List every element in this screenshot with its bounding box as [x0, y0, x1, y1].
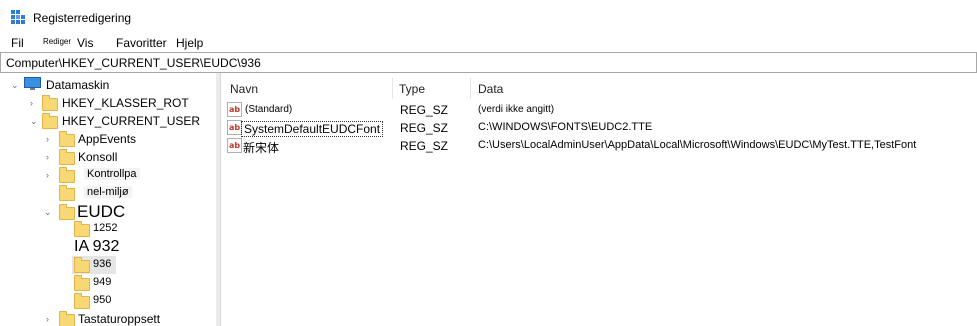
chevron-right-icon[interactable]: ›: [46, 135, 54, 144]
value-data: (verdi ikke angitt): [478, 104, 555, 115]
folder-icon: [59, 149, 75, 165]
value-name: (Standard): [245, 104, 293, 115]
column-divider[interactable]: [470, 78, 471, 99]
menu-file[interactable]: Fil: [11, 36, 24, 50]
tree-item-label: 936: [93, 258, 112, 270]
tree-item-label: EUDC: [77, 202, 126, 221]
column-divider[interactable]: [392, 78, 393, 99]
chevron-right-icon[interactable]: ›: [46, 171, 54, 180]
column-header-type[interactable]: Type: [399, 82, 425, 96]
address-bar[interactable]: Computer\HKEY_CURRENT_USER\EUDC\936: [0, 52, 977, 73]
tree-item-label: nel-miljø: [84, 186, 132, 198]
tree-item-label: 1252: [93, 222, 118, 234]
tree-item-label: IA 932: [74, 238, 120, 255]
column-header-name[interactable]: Navn: [230, 82, 258, 96]
value-type: REG_SZ: [400, 139, 449, 153]
folder-icon: [59, 167, 75, 183]
folder-icon: [59, 204, 75, 220]
tree-item-949[interactable]: 949: [0, 274, 216, 292]
list-row[interactable]: ab (Standard) REG_SZ (verdi ikke angitt): [221, 101, 977, 119]
folder-icon: [74, 221, 90, 237]
tree-item-label: Konsoll: [78, 150, 118, 164]
chevron-right-icon[interactable]: ›: [30, 99, 38, 108]
folder-icon: [59, 185, 75, 201]
string-value-icon: ab: [227, 138, 242, 153]
tree-item-label: Datamaskin: [46, 78, 110, 92]
column-header-data[interactable]: Data: [478, 82, 503, 96]
computer-icon: [24, 77, 41, 90]
tree-item-label: Tastaturoppsett: [78, 312, 161, 326]
tree-item-932[interactable]: IA 932: [0, 238, 216, 258]
folder-icon: [59, 131, 75, 147]
values-list: Navn Type Data ab (Standard) REG_SZ (ver…: [221, 73, 977, 326]
chevron-right-icon[interactable]: ›: [46, 315, 54, 324]
tree-item-label: HKEY_CURRENT_USER: [62, 114, 201, 128]
folder-icon: [74, 257, 90, 273]
tree-item-computer[interactable]: ⌄ Datamaskin: [0, 76, 216, 94]
tree-item-appevents[interactable]: › AppEvents: [0, 130, 216, 148]
value-type: REG_SZ: [400, 121, 449, 135]
tree-item-label: HKEY_KLASSER_ROT: [62, 96, 189, 110]
string-value-icon: ab: [227, 102, 242, 117]
tree-item-label: 949: [93, 276, 112, 288]
menu-bar: Fil Rediger Vis Favoritter Hjelp: [0, 34, 977, 52]
folder-icon: [74, 275, 90, 291]
value-name: SystemDefaultEUDCFont: [241, 121, 384, 137]
string-value-icon: ab: [227, 120, 242, 135]
tree-item-950[interactable]: 950: [0, 292, 216, 310]
value-name: 新宋体: [243, 141, 280, 155]
chevron-down-icon[interactable]: ⌄: [11, 81, 19, 90]
list-row[interactable]: ab SystemDefaultEUDCFont REG_SZ C:\WINDO…: [221, 119, 977, 137]
registry-editor-icon: [11, 10, 25, 24]
tree-item-tastaturoppsett[interactable]: › Tastaturoppsett: [0, 310, 216, 326]
menu-favorites[interactable]: Favoritter: [116, 36, 167, 50]
menu-view[interactable]: Vis: [77, 36, 93, 50]
folder-icon: [42, 113, 58, 129]
tree-item-hkey-current-user[interactable]: ⌄ HKEY_CURRENT_USER: [0, 112, 216, 130]
tree-item-miljo[interactable]: nel-miljø: [0, 184, 216, 202]
tree-item-kontrollpanel[interactable]: › Kontrollpa: [0, 166, 216, 184]
tree-item-label: AppEvents: [78, 132, 137, 146]
folder-icon: [59, 311, 75, 326]
tree-item-1252[interactable]: 1252: [0, 220, 216, 238]
value-type: REG_SZ: [400, 103, 449, 117]
value-data: C:\WINDOWS\FONTS\EUDC2.TTE: [478, 121, 653, 133]
tree-item-konsoll[interactable]: › Konsoll: [0, 148, 216, 166]
folder-icon: [42, 95, 58, 111]
list-row[interactable]: ab 新宋体 REG_SZ C:\Users\LocalAdminUser\Ap…: [221, 137, 977, 155]
tree-item-label: Kontrollpa: [84, 168, 140, 180]
tree-pane: ⌄ Datamaskin › HKEY_KLASSER_ROT ⌄ HKEY_C…: [0, 73, 217, 326]
tree-item-hkey-klasser-rot[interactable]: › HKEY_KLASSER_ROT: [0, 94, 216, 112]
chevron-down-icon[interactable]: ⌄: [44, 208, 52, 217]
value-data: C:\Users\LocalAdminUser\AppData\Local\Mi…: [478, 139, 917, 151]
title-bar: Registerredigering: [0, 0, 977, 34]
tree-item-label: 950: [93, 294, 112, 306]
chevron-right-icon[interactable]: ›: [46, 153, 54, 162]
chevron-down-icon[interactable]: ⌄: [30, 117, 38, 126]
tree-item-936[interactable]: 936: [72, 256, 116, 274]
tree-item-eudc[interactable]: ⌄ EUDC: [0, 202, 216, 222]
folder-icon: [74, 293, 90, 309]
window-title: Registerredigering: [33, 11, 132, 25]
menu-help[interactable]: Hjelp: [176, 36, 203, 50]
menu-edit[interactable]: Rediger: [43, 37, 71, 46]
address-path: Computer\HKEY_CURRENT_USER\EUDC\936: [6, 56, 261, 70]
